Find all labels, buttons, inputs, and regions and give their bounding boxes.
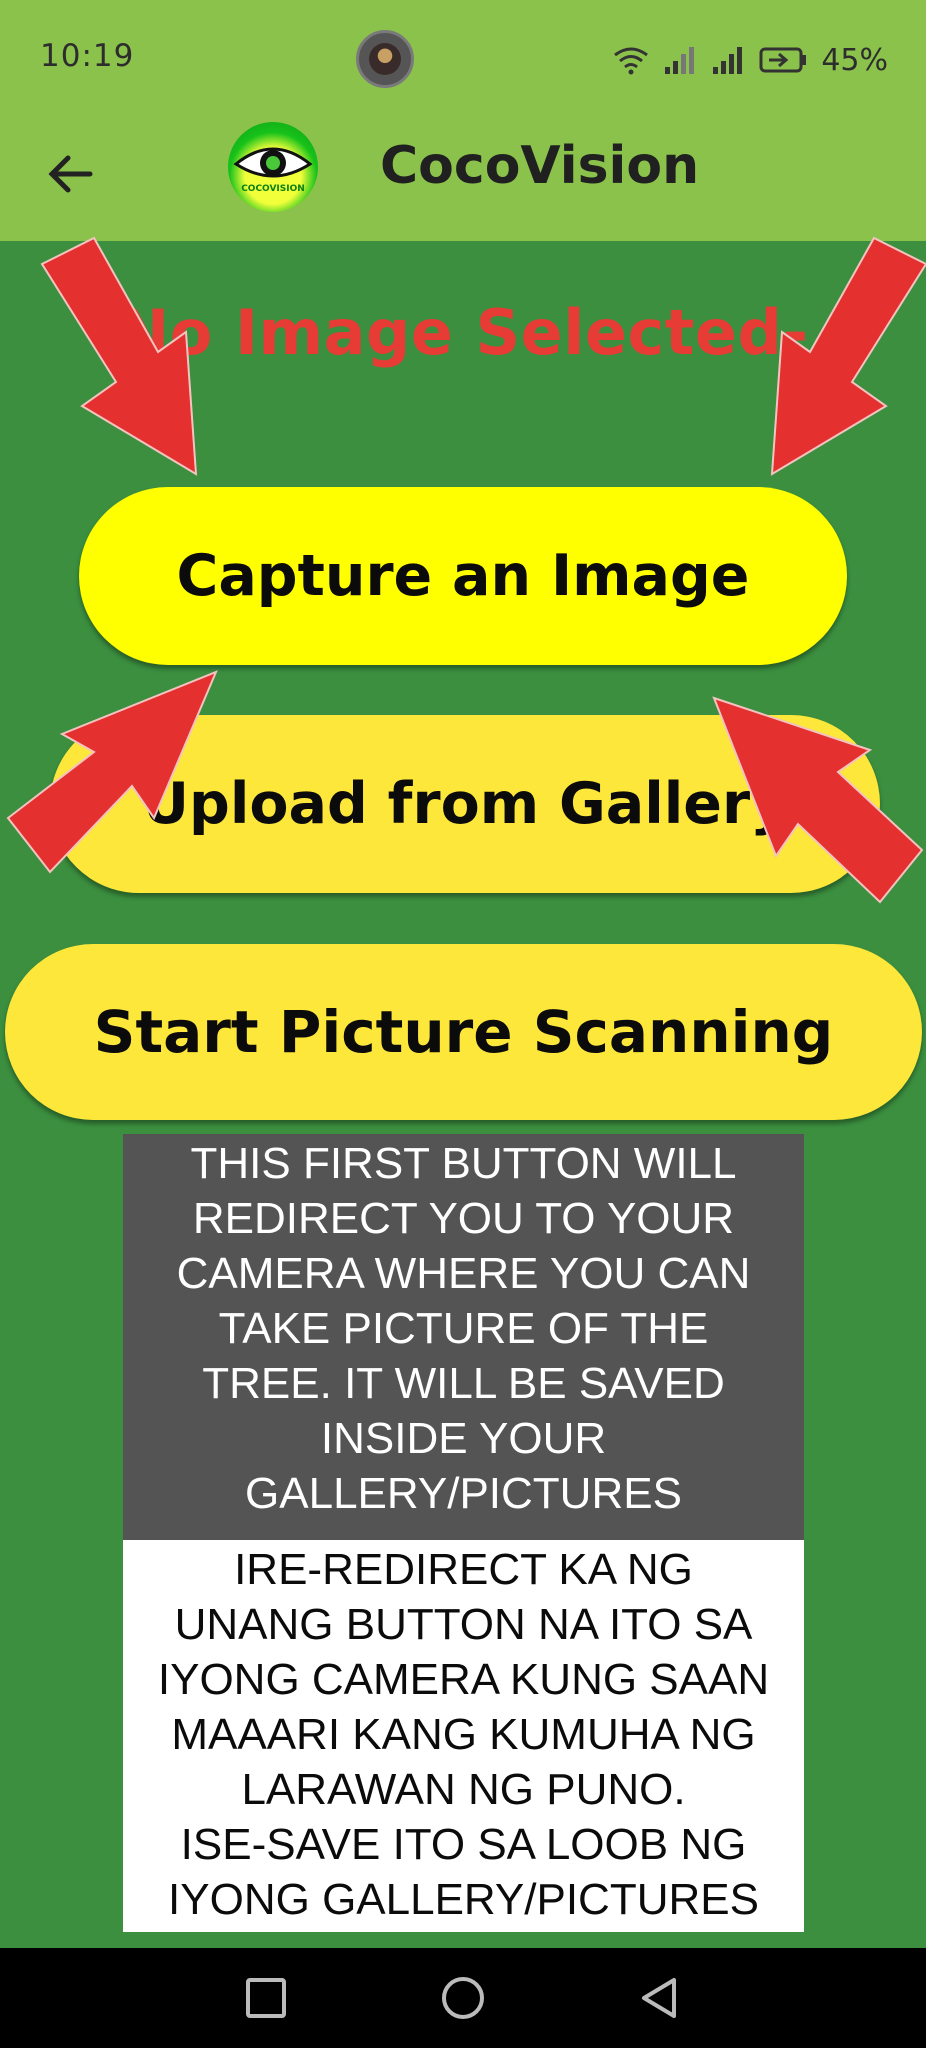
app-bar: COCOVISION CocoVision xyxy=(0,118,926,241)
status-time: 10:19 xyxy=(40,38,135,74)
wifi-icon xyxy=(614,47,649,75)
status-bar: 10:19 45% xyxy=(0,0,926,118)
notification-avatar-icon xyxy=(356,30,414,88)
recents-square-icon[interactable] xyxy=(236,1968,296,2028)
signal-icon xyxy=(713,47,743,74)
app-title: CocoVision xyxy=(380,136,700,196)
back-arrow-icon[interactable] xyxy=(42,144,102,204)
status-icons: 45% xyxy=(613,40,888,80)
upload-from-gallery-button[interactable]: Upload from Gallery xyxy=(50,715,880,893)
app-logo: COCOVISION xyxy=(228,122,318,212)
battery-charging-icon xyxy=(759,47,807,73)
navigation-bar xyxy=(0,1948,926,2048)
eye-icon xyxy=(233,147,313,178)
logo-text: COCOVISION xyxy=(241,184,305,194)
home-circle-icon[interactable] xyxy=(433,1968,493,2028)
start-picture-scanning-button[interactable]: Start Picture Scanning xyxy=(5,944,922,1120)
tip-filipino: IRE-REDIRECT KA NG UNANG BUTTON NA ITO S… xyxy=(123,1540,804,1932)
back-triangle-icon[interactable] xyxy=(630,1968,690,2028)
capture-image-button[interactable]: Capture an Image xyxy=(79,487,847,665)
no-image-selected-status: No Image Selected- xyxy=(117,296,809,369)
signal-icon xyxy=(665,47,695,74)
battery-percentage: 45% xyxy=(821,42,888,78)
tip-english: THIS FIRST BUTTON WILL REDIRECT YOU TO Y… xyxy=(123,1134,804,1540)
